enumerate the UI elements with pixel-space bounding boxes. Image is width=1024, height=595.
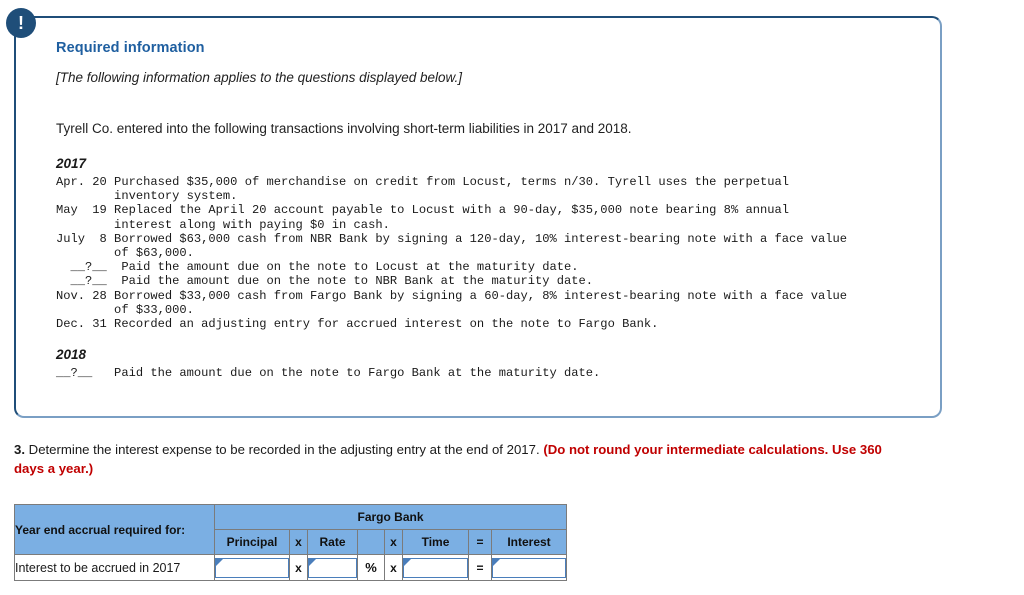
table-row: Interest to be accrued in 2017 x % x = bbox=[14, 554, 567, 581]
time-input-cell[interactable] bbox=[402, 554, 469, 581]
principal-input[interactable] bbox=[215, 557, 289, 578]
operator-equals: = bbox=[468, 554, 492, 581]
exclamation-glyph: ! bbox=[18, 13, 24, 33]
transactions-2018: __?__ Paid the amount due on the note to… bbox=[56, 366, 601, 381]
table-header-row-1: Year end accrual required for: Fargo Ban… bbox=[14, 504, 567, 555]
interest-accrual-table: Year end accrual required for: Fargo Ban… bbox=[14, 504, 567, 581]
column-header-principal: Principal bbox=[214, 529, 290, 555]
row-label-interest-accrued-2017: Interest to be accrued in 2017 bbox=[14, 554, 215, 581]
required-information-panel: Required information [The following info… bbox=[14, 16, 942, 418]
interest-input-cell[interactable] bbox=[491, 554, 567, 581]
operator-times-2: x bbox=[384, 554, 403, 581]
transactions-2017: Apr. 20 Purchased $35,000 of merchandise… bbox=[56, 175, 848, 332]
panel-italic-note: [The following information applies to th… bbox=[56, 70, 462, 85]
time-input[interactable] bbox=[403, 557, 468, 578]
question-prompt: 3. Determine the interest expense to be … bbox=[14, 440, 914, 478]
column-header-equals: = bbox=[468, 529, 492, 555]
panel-title: Required information bbox=[56, 40, 205, 56]
column-header-percent-spacer bbox=[357, 529, 385, 555]
column-header-times-2: x bbox=[384, 529, 403, 555]
column-header-rate: Rate bbox=[307, 529, 358, 555]
year-heading-2018: 2018 bbox=[56, 347, 87, 363]
bank-header-cell: Fargo Bank bbox=[214, 504, 567, 530]
principal-input-cell[interactable] bbox=[214, 554, 290, 581]
question-text: Determine the interest expense to be rec… bbox=[25, 442, 544, 457]
panel-intro-text: Tyrell Co. entered into the following tr… bbox=[56, 121, 632, 136]
column-header-time: Time bbox=[402, 529, 469, 555]
interest-input[interactable] bbox=[492, 557, 566, 578]
rate-input[interactable] bbox=[308, 557, 357, 578]
corner-header-cell: Year end accrual required for: bbox=[14, 504, 215, 555]
year-heading-2017: 2017 bbox=[56, 156, 87, 171]
operator-times-1: x bbox=[289, 554, 308, 581]
percent-sign: % bbox=[357, 554, 385, 581]
column-header-times-1: x bbox=[289, 529, 308, 555]
exclamation-icon: ! bbox=[6, 8, 36, 38]
column-header-interest: Interest bbox=[491, 529, 567, 555]
question-number: 3. bbox=[14, 442, 25, 457]
rate-input-cell[interactable] bbox=[307, 554, 358, 581]
